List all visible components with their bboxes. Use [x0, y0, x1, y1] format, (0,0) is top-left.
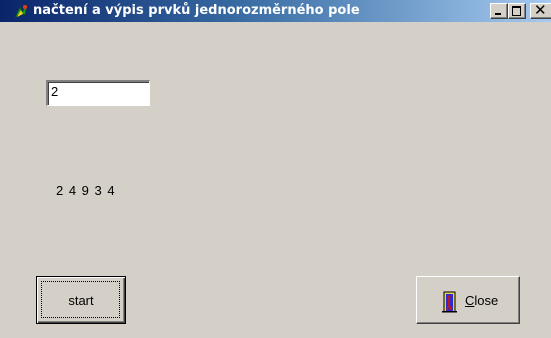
close-icon: ✕	[534, 1, 547, 19]
output-label: 2 4 9 3 4	[56, 183, 116, 198]
window-title: načtení a výpis prvků jednorozměrného po…	[33, 3, 360, 18]
input-field[interactable]: 2	[46, 80, 150, 106]
minimize-icon	[495, 13, 501, 15]
close-button[interactable]: Close	[416, 276, 520, 324]
maximize-button[interactable]	[508, 3, 526, 19]
minimize-button[interactable]	[490, 3, 508, 19]
close-button-label: Close	[465, 293, 499, 308]
close-window-button[interactable]: ✕	[530, 1, 551, 19]
maximize-icon	[512, 6, 521, 16]
app-icon	[14, 4, 28, 19]
start-button[interactable]: start	[36, 276, 126, 324]
main-window: načtení a výpis prvků jednorozměrného po…	[0, 0, 551, 338]
title-bar[interactable]: načtení a výpis prvků jednorozměrného po…	[0, 0, 551, 22]
door-exit-icon	[442, 291, 457, 313]
start-button-label: start	[68, 293, 94, 308]
